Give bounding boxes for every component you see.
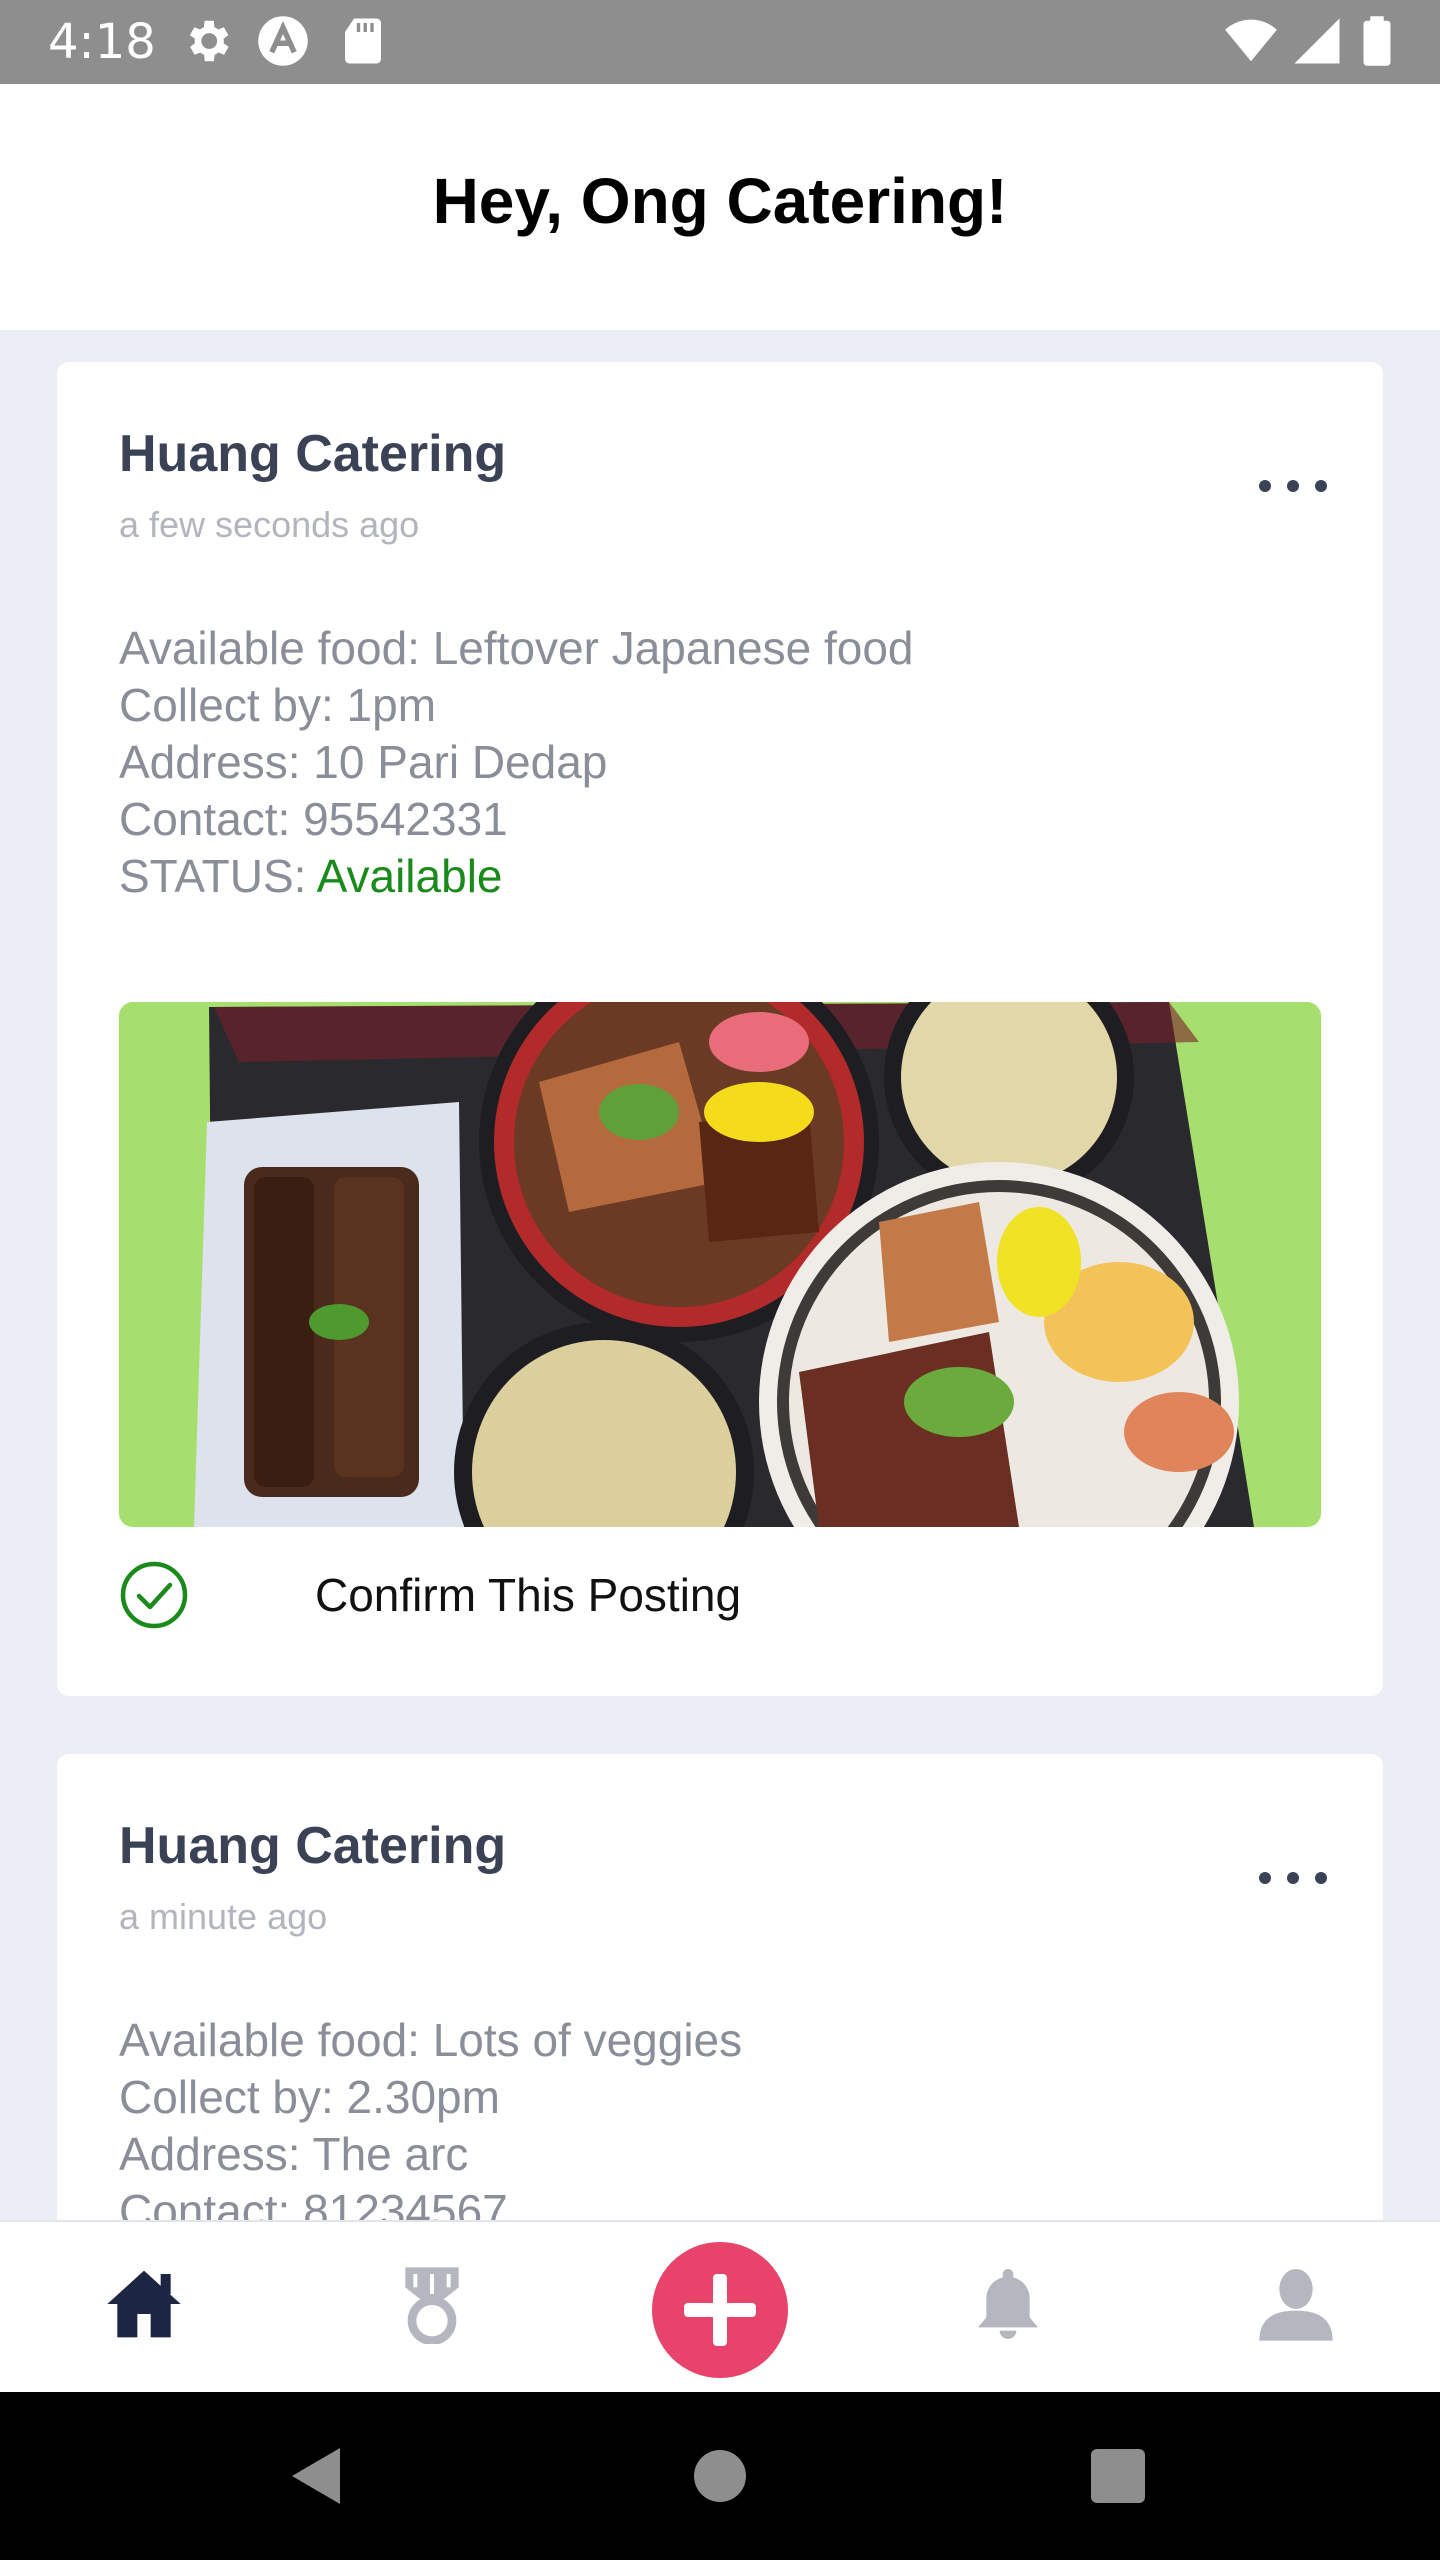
posting-card[interactable]: Huang Catering a minute ago Available fo… <box>57 1754 1383 2220</box>
posting-author: Huang Catering <box>119 425 507 483</box>
app-icon <box>258 16 308 66</box>
status-bar: 4:18 <box>0 0 1440 84</box>
more-options-icon[interactable] <box>1253 466 1333 506</box>
home-circle-icon[interactable] <box>680 2436 760 2516</box>
page-title: Hey, Ong Catering! <box>432 165 1008 237</box>
posting-details: Available food: Lots of veggies Collect … <box>119 2012 742 2220</box>
battery-icon <box>1363 16 1391 66</box>
confirm-posting-label: Confirm This Posting <box>315 1569 742 1621</box>
back-icon[interactable] <box>278 2436 358 2516</box>
more-options-icon[interactable] <box>1253 1858 1333 1898</box>
status-time: 4:18 <box>48 14 156 70</box>
posting-time: a few seconds ago <box>119 504 420 545</box>
posting-collect-by: Collect by: 2.30pm <box>119 2071 500 2123</box>
plus-icon <box>684 2274 756 2346</box>
signal-icon <box>1294 18 1340 64</box>
posting-status: STATUS: Available <box>119 848 914 905</box>
medal-icon[interactable] <box>392 2264 472 2344</box>
gear-icon <box>189 20 229 62</box>
posting-food: Available food: Leftover Japanese food <box>119 622 914 674</box>
recents-icon[interactable] <box>1078 2436 1158 2516</box>
system-nav-bar <box>0 2392 1440 2560</box>
confirm-posting-button[interactable]: Confirm This Posting <box>119 1560 919 1630</box>
app-header: Hey, Ong Catering! <box>0 84 1440 330</box>
posting-address: Address: 10 Pari Dedap <box>119 736 608 788</box>
posting-feed[interactable]: Huang Catering a few seconds ago Availab… <box>0 330 1440 2220</box>
profile-icon[interactable] <box>1256 2264 1336 2344</box>
posting-status-label: STATUS: <box>119 850 317 902</box>
posting-collect-by: Collect by: 1pm <box>119 679 437 731</box>
posting-contact: Contact: 95542331 <box>119 793 508 845</box>
add-posting-button[interactable] <box>652 2242 788 2378</box>
home-icon[interactable] <box>104 2264 184 2344</box>
wifi-icon <box>1225 19 1277 62</box>
food-photo <box>119 1002 1321 1527</box>
posting-card[interactable]: Huang Catering a few seconds ago Availab… <box>57 362 1383 1696</box>
posting-address: Address: The arc <box>119 2128 469 2180</box>
posting-food: Available food: Lots of veggies <box>119 2014 743 2066</box>
bottom-nav <box>0 2220 1440 2394</box>
status-badge: Available <box>316 850 503 902</box>
sd-card-icon <box>345 18 381 64</box>
posting-details: Available food: Leftover Japanese food C… <box>119 620 914 905</box>
bell-icon[interactable] <box>968 2264 1048 2344</box>
posting-time: a minute ago <box>119 1896 328 1937</box>
check-circle-icon <box>120 1561 188 1629</box>
posting-author: Huang Catering <box>119 1817 507 1875</box>
posting-contact: Contact: 81234567 <box>119 2185 508 2220</box>
